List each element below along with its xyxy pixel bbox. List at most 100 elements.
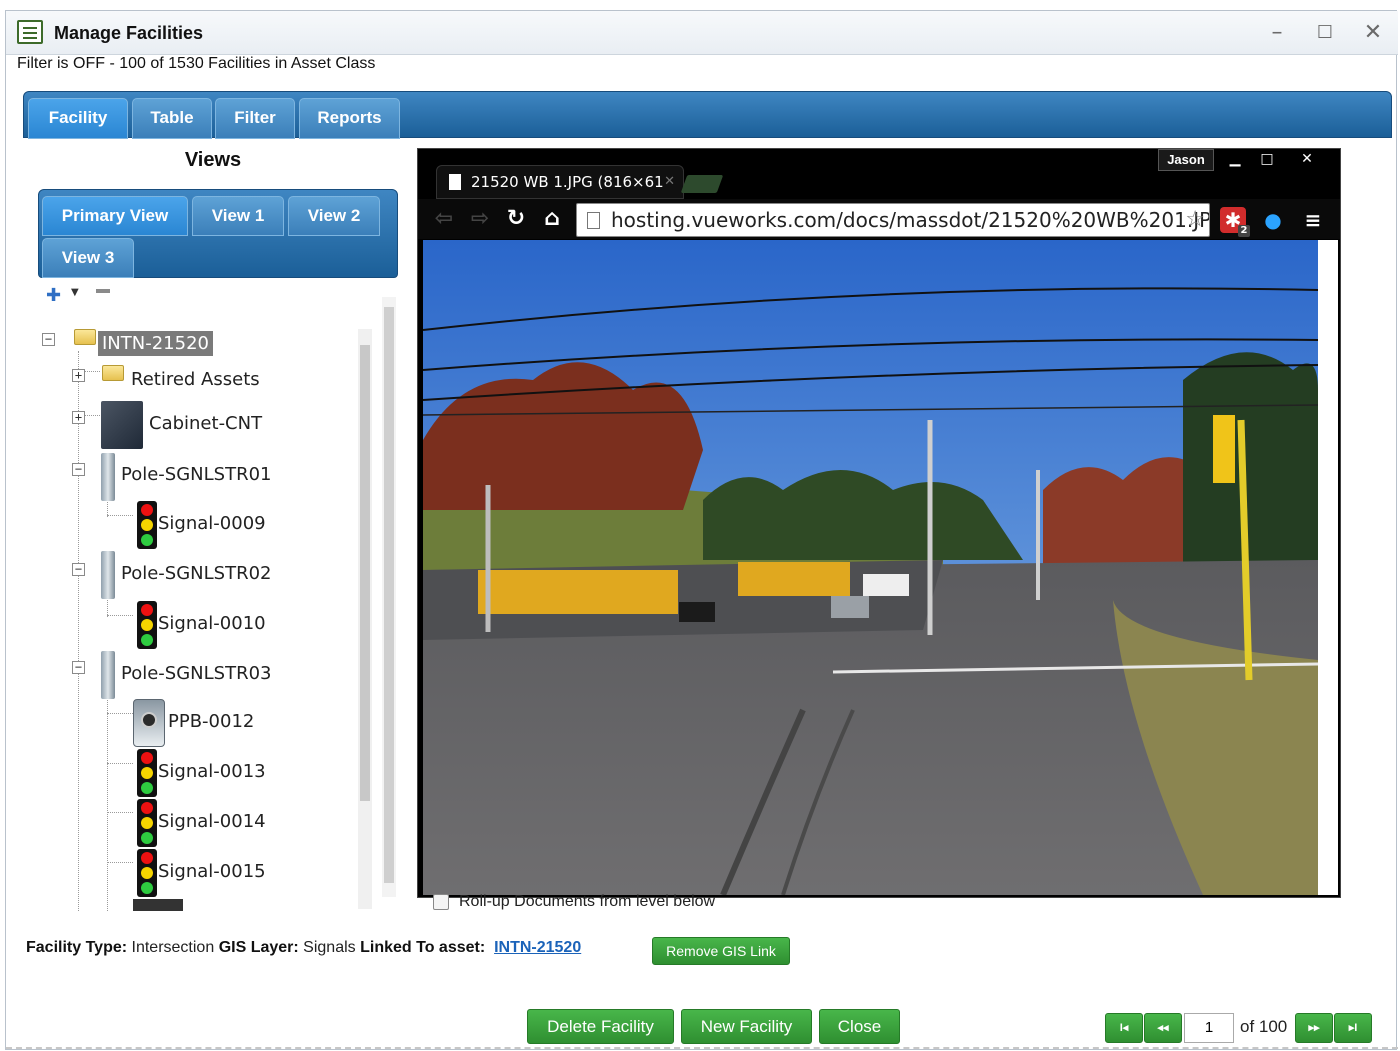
tree-node-signal-0015[interactable]: Signal-0015 (158, 861, 266, 882)
pole-icon (101, 453, 115, 501)
home-icon[interactable]: ⌂ (538, 205, 566, 233)
browser-maximize-icon[interactable]: □ (1252, 149, 1282, 171)
previous-page-button[interactable]: ◂◂ (1144, 1013, 1182, 1043)
new-tab-button[interactable] (680, 175, 724, 193)
tab-facility[interactable]: Facility (28, 98, 128, 139)
linked-asset-label: Linked To asset: (360, 939, 486, 956)
pole-icon (101, 651, 115, 699)
page-count-text: of 100 (1240, 1017, 1288, 1036)
tree-node-signal-0013[interactable]: Signal-0013 (158, 761, 266, 782)
page-number-input[interactable]: 1 (1184, 1013, 1234, 1043)
close-tab-icon[interactable]: ✕ (664, 166, 675, 198)
pole-icon (101, 551, 115, 599)
collapse-toggle[interactable]: − (72, 563, 85, 576)
views-heading: Views (184, 149, 242, 171)
browser-window: 21520 WB 1.JPG (816×61 ✕ Jason ▁ □ ✕ ⇦ ⇨… (417, 148, 1341, 898)
maximize-icon[interactable]: ☐ (1312, 21, 1338, 45)
menu-icon[interactable]: ≡ (1300, 207, 1326, 233)
gis-layer-value: Signals (303, 939, 356, 956)
traffic-signal-icon (137, 849, 157, 897)
tree-scrollbar[interactable] (358, 329, 372, 909)
rollup-option[interactable]: Roll-up Documents from level below (433, 893, 715, 911)
tree-node-ppb-0012[interactable]: PPB-0012 (168, 711, 254, 732)
tree-node-cabinet-cnt[interactable]: Cabinet-CNT (149, 413, 262, 434)
last-page-button[interactable]: ▸I (1334, 1013, 1372, 1043)
facility-type-label: Facility Type: (26, 939, 128, 956)
tree-node-retired-assets[interactable]: Retired Assets (131, 369, 260, 390)
tab-view-3[interactable]: View 3 (42, 238, 134, 278)
first-page-button[interactable]: I◂ (1105, 1013, 1143, 1043)
collapse-toggle[interactable]: − (72, 661, 85, 674)
browser-minimize-icon[interactable]: ▁ (1220, 149, 1250, 171)
panel-scroll-thumb[interactable] (384, 307, 394, 883)
traffic-signal-icon (137, 501, 157, 549)
tab-filter[interactable]: Filter (215, 98, 295, 139)
page-icon (587, 212, 600, 229)
linked-asset-link[interactable]: INTN-21520 (494, 939, 581, 956)
close-icon[interactable]: ✕ (1360, 21, 1386, 45)
traffic-signal-icon (137, 601, 157, 649)
tree-scroll-thumb[interactable] (360, 345, 370, 801)
tab-table[interactable]: Table (132, 98, 212, 139)
tab-view-1[interactable]: View 1 (192, 196, 284, 236)
push-button-icon (133, 699, 165, 747)
remove-icon[interactable] (96, 289, 110, 293)
add-icon[interactable]: ✚ (46, 285, 61, 306)
rollup-checkbox[interactable] (433, 893, 449, 910)
intersection-photo (423, 240, 1318, 895)
filter-status-text: Filter is OFF - 100 of 1530 Facilities i… (17, 55, 376, 72)
url-text: hosting.vueworks.com/docs/massdot/21520%… (611, 208, 1210, 232)
document-icon (449, 174, 461, 190)
browser-tab[interactable]: 21520 WB 1.JPG (816×61 ✕ (436, 165, 684, 199)
bottom-divider (6, 1047, 1398, 1050)
expand-toggle[interactable]: + (72, 369, 85, 382)
title-bar: Manage Facilities – ☐ ✕ (6, 11, 1398, 55)
reload-icon[interactable]: ↻ (502, 205, 530, 233)
next-page-button[interactable]: ▸▸ (1295, 1013, 1333, 1043)
tree-node-pole-sgnlstr01[interactable]: Pole-SGNLSTR01 (121, 464, 272, 485)
partial-node-icon (133, 899, 183, 911)
close-button[interactable]: Close (819, 1009, 900, 1044)
image-margin (1318, 240, 1338, 895)
tree-toolbar: ✚ ▼ (46, 285, 136, 307)
address-bar[interactable]: hosting.vueworks.com/docs/massdot/21520%… (576, 203, 1210, 237)
facility-details: Facility Type: Intersection GIS Layer: S… (26, 939, 581, 957)
gis-layer-label: GIS Layer: (218, 939, 299, 956)
browser-user-badge[interactable]: Jason (1158, 149, 1214, 171)
facility-tree: − INTN-21520 + Retired Assets + Cabinet-… (38, 317, 358, 911)
new-facility-button[interactable]: New Facility (681, 1009, 812, 1044)
bookmark-star-icon[interactable]: ☆ (1185, 204, 1205, 236)
browser-tab-title: 21520 WB 1.JPG (816×61 (471, 173, 664, 191)
tree-node-intn-21520[interactable]: INTN-21520 (98, 331, 213, 356)
collapse-toggle[interactable]: − (72, 463, 85, 476)
minimize-icon[interactable]: – (1264, 21, 1290, 45)
traffic-signal-icon (137, 799, 157, 847)
tree-node-signal-0014[interactable]: Signal-0014 (158, 811, 266, 832)
tree-node-signal-0010[interactable]: Signal-0010 (158, 613, 266, 634)
browser-close-icon[interactable]: ✕ (1292, 149, 1322, 171)
back-icon[interactable]: ⇦ (430, 205, 458, 233)
facility-type-value: Intersection (131, 939, 215, 956)
tree-node-pole-sgnlstr03[interactable]: Pole-SGNLSTR03 (121, 663, 272, 684)
folder-icon (102, 365, 124, 381)
tree-node-pole-sgnlstr02[interactable]: Pole-SGNLSTR02 (121, 563, 272, 584)
tab-view-2[interactable]: View 2 (288, 196, 380, 236)
views-tab-bar: Primary View View 1 View 2 View 3 (38, 189, 398, 278)
delete-facility-button[interactable]: Delete Facility (527, 1009, 674, 1044)
cabinet-icon (101, 401, 143, 449)
tree-node-signal-0009[interactable]: Signal-0009 (158, 513, 266, 534)
forward-icon[interactable]: ⇨ (466, 205, 494, 233)
browser-navbar: ⇦ ⇨ ↻ ⌂ hosting.vueworks.com/docs/massdo… (418, 199, 1340, 239)
chat-bubble-icon[interactable]: ● (1260, 207, 1286, 233)
collapse-toggle[interactable]: − (42, 333, 55, 346)
form-icon (17, 20, 43, 44)
chevron-down-icon[interactable]: ▼ (71, 287, 79, 298)
tab-reports[interactable]: Reports (299, 98, 400, 139)
panel-scrollbar[interactable] (382, 297, 396, 897)
folder-icon (74, 329, 96, 345)
remove-gis-link-button[interactable]: Remove GIS Link (652, 937, 790, 965)
expand-toggle[interactable]: + (72, 411, 85, 424)
extension-icon[interactable]: ✱ 2 (1220, 207, 1250, 237)
rollup-label: Roll-up Documents from level below (459, 893, 716, 910)
tab-primary-view[interactable]: Primary View (42, 196, 188, 236)
